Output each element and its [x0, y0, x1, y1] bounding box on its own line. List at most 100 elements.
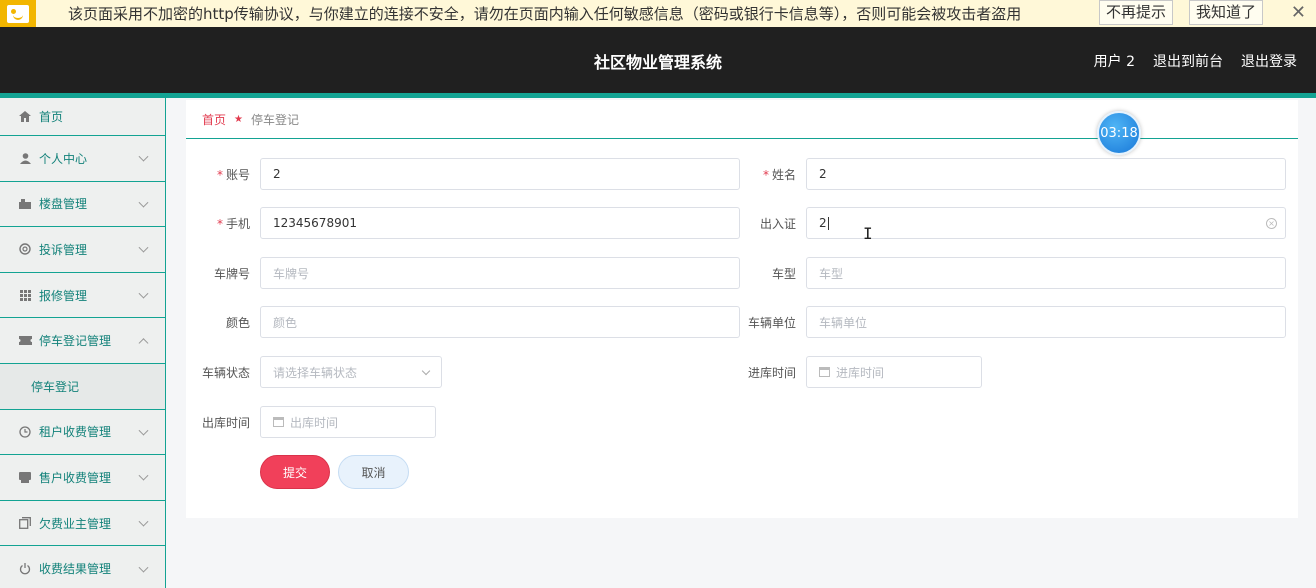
text-caret — [827, 216, 829, 230]
chevron-down-icon — [138, 425, 149, 436]
vehicle-unit-input[interactable]: 车辆单位 — [806, 306, 1286, 338]
sidebar-item-tenant-fees[interactable]: 租户收费管理 — [0, 410, 165, 456]
security-warning-banner: 该页面采用不加密的http传输协议，与你建立的连接不安全，请勿在页面内输入任何敏… — [0, 0, 1316, 27]
chevron-down-icon — [138, 151, 149, 162]
required-mark: * — [762, 167, 769, 182]
header-accent-bar — [0, 93, 1316, 98]
account-label: * 账号 — [216, 167, 250, 182]
sidebar-item-label: 售户收费管理 — [39, 470, 112, 485]
plate-label: 车牌号 — [213, 266, 250, 281]
sidebar-item-label: 欠费业主管理 — [39, 516, 112, 531]
clock-icon — [18, 426, 32, 438]
grid-icon — [18, 289, 32, 301]
color-label: 颜色 — [225, 315, 250, 330]
car-type-label: 车型 — [771, 266, 796, 281]
copy-icon — [18, 517, 32, 529]
sidebar-subitem-parking-registration[interactable]: 停车登记 — [0, 363, 165, 410]
sidebar: 首页 个人中心 楼盘管理 投诉管理 报修管理 停车登记管理 停车登记 租户收费管… — [0, 98, 166, 588]
sidebar-item-label: 停车登记 — [31, 379, 80, 394]
complaint-icon — [18, 243, 32, 256]
warning-text: 该页面采用不加密的http传输协议，与你建立的连接不安全，请勿在页面内输入任何敏… — [68, 5, 1022, 23]
chevron-down-icon — [138, 197, 149, 208]
out-time-placeholder: 出库时间 — [290, 415, 339, 430]
form-row: 颜色 颜色 — [186, 306, 740, 338]
sidebar-item-label: 停车登记管理 — [39, 334, 112, 349]
sidebar-item-owner-fees[interactable]: 售户收费管理 — [0, 455, 165, 501]
chevron-down-icon — [138, 516, 149, 527]
sidebar-item-fee-results[interactable]: 收费结果管理 — [0, 546, 165, 588]
form-row: 出库时间 出库时间 — [186, 406, 436, 438]
sidebar-item-profile[interactable]: 个人中心 — [0, 136, 165, 182]
text-cursor-icon: I — [863, 224, 873, 243]
pass-label: 出入证 — [759, 216, 796, 231]
user-icon — [18, 152, 32, 164]
close-icon[interactable]: ✕ — [1291, 2, 1306, 23]
vehicle-status-placeholder: 请选择车辆状态 — [273, 365, 358, 380]
sidebar-item-arrears-owners[interactable]: 欠费业主管理 — [0, 501, 165, 547]
form-row: 车牌号 车牌号 — [186, 257, 740, 289]
sidebar-item-label: 投诉管理 — [39, 242, 88, 257]
phone-input[interactable]: 12345678901 — [260, 207, 740, 239]
plate-input[interactable]: 车牌号 — [260, 257, 740, 289]
vehicle-status-select[interactable]: 请选择车辆状态 — [260, 356, 442, 388]
form-row: 车辆状态 请选择车辆状态 — [186, 356, 442, 388]
ok-button[interactable]: 我知道了 — [1189, 0, 1264, 25]
submit-button[interactable]: 提交 — [260, 455, 330, 489]
account-input[interactable]: 2 — [260, 158, 740, 190]
warning-icon — [0, 0, 36, 27]
header-links: 用户 2 退出到前台 退出登录 — [1094, 51, 1297, 71]
name-input[interactable]: 2 — [806, 158, 1286, 190]
calendar-icon — [819, 367, 830, 377]
sidebar-item-complaints[interactable]: 投诉管理 — [0, 227, 165, 273]
chevron-down-icon — [138, 471, 149, 482]
form-row: * 姓名 2 — [732, 158, 1286, 190]
form-row: 进库时间 进库时间 — [732, 356, 982, 388]
power-icon — [18, 562, 32, 575]
sidebar-item-label: 租户收费管理 — [39, 425, 112, 440]
ticket-icon — [18, 335, 32, 347]
clear-icon[interactable]: × — [1266, 218, 1277, 229]
sidebar-item-buildings[interactable]: 楼盘管理 — [0, 182, 165, 228]
in-time-picker[interactable]: 进库时间 — [806, 356, 982, 388]
calendar-icon — [273, 417, 284, 427]
sidebar-item-label: 收费结果管理 — [39, 562, 112, 577]
car-type-input[interactable]: 车型 — [806, 257, 1286, 289]
chevron-down-icon — [138, 562, 149, 573]
form-row: 出入证 2 × — [732, 207, 1286, 239]
chevron-up-icon — [138, 337, 149, 348]
color-input[interactable]: 颜色 — [260, 306, 740, 338]
building-icon — [18, 198, 32, 210]
frontend-link[interactable]: 退出到前台 — [1153, 51, 1223, 71]
form-row: 车型 车型 — [732, 257, 1286, 289]
in-time-label: 进库时间 — [747, 365, 796, 380]
phone-label: * 手机 — [216, 216, 250, 231]
vehicle-status-label: 车辆状态 — [201, 365, 250, 380]
breadcrumb-current: 停车登记 — [250, 112, 299, 127]
in-time-placeholder: 进库时间 — [836, 365, 885, 380]
app-header: 社区物业管理系统 用户 2 退出到前台 退出登录 — [0, 27, 1316, 93]
dismiss-button[interactable]: 不再提示 — [1099, 0, 1174, 25]
sidebar-item-home[interactable]: 首页 — [0, 98, 165, 136]
chevron-down-icon — [421, 366, 431, 376]
required-mark: * — [216, 216, 223, 231]
sidebar-item-label: 个人中心 — [39, 151, 88, 166]
required-mark: * — [216, 167, 223, 182]
user-link[interactable]: 用户 2 — [1094, 51, 1135, 71]
sidebar-item-parking-management[interactable]: 停车登记管理 — [0, 318, 165, 364]
sidebar-item-label: 首页 — [39, 110, 64, 124]
breadcrumb-home[interactable]: 首页 — [202, 111, 226, 128]
home-icon — [18, 111, 32, 123]
pass-input[interactable]: 2 × — [806, 207, 1286, 239]
logout-link[interactable]: 退出登录 — [1241, 51, 1297, 71]
chevron-down-icon — [138, 243, 149, 254]
pass-value: 2 — [819, 216, 827, 230]
printer-icon — [18, 471, 32, 483]
form-row: 车辆单位 车辆单位 — [732, 306, 1286, 338]
out-time-picker[interactable]: 出库时间 — [260, 406, 436, 438]
form-row: * 手机 12345678901 — [186, 207, 740, 239]
sidebar-item-repairs[interactable]: 报修管理 — [0, 273, 165, 319]
floating-timer[interactable]: 03:18 — [1097, 111, 1141, 155]
chevron-down-icon — [138, 288, 149, 299]
cancel-button[interactable]: 取消 — [338, 455, 409, 489]
star-separator-icon: ★ — [234, 113, 243, 125]
